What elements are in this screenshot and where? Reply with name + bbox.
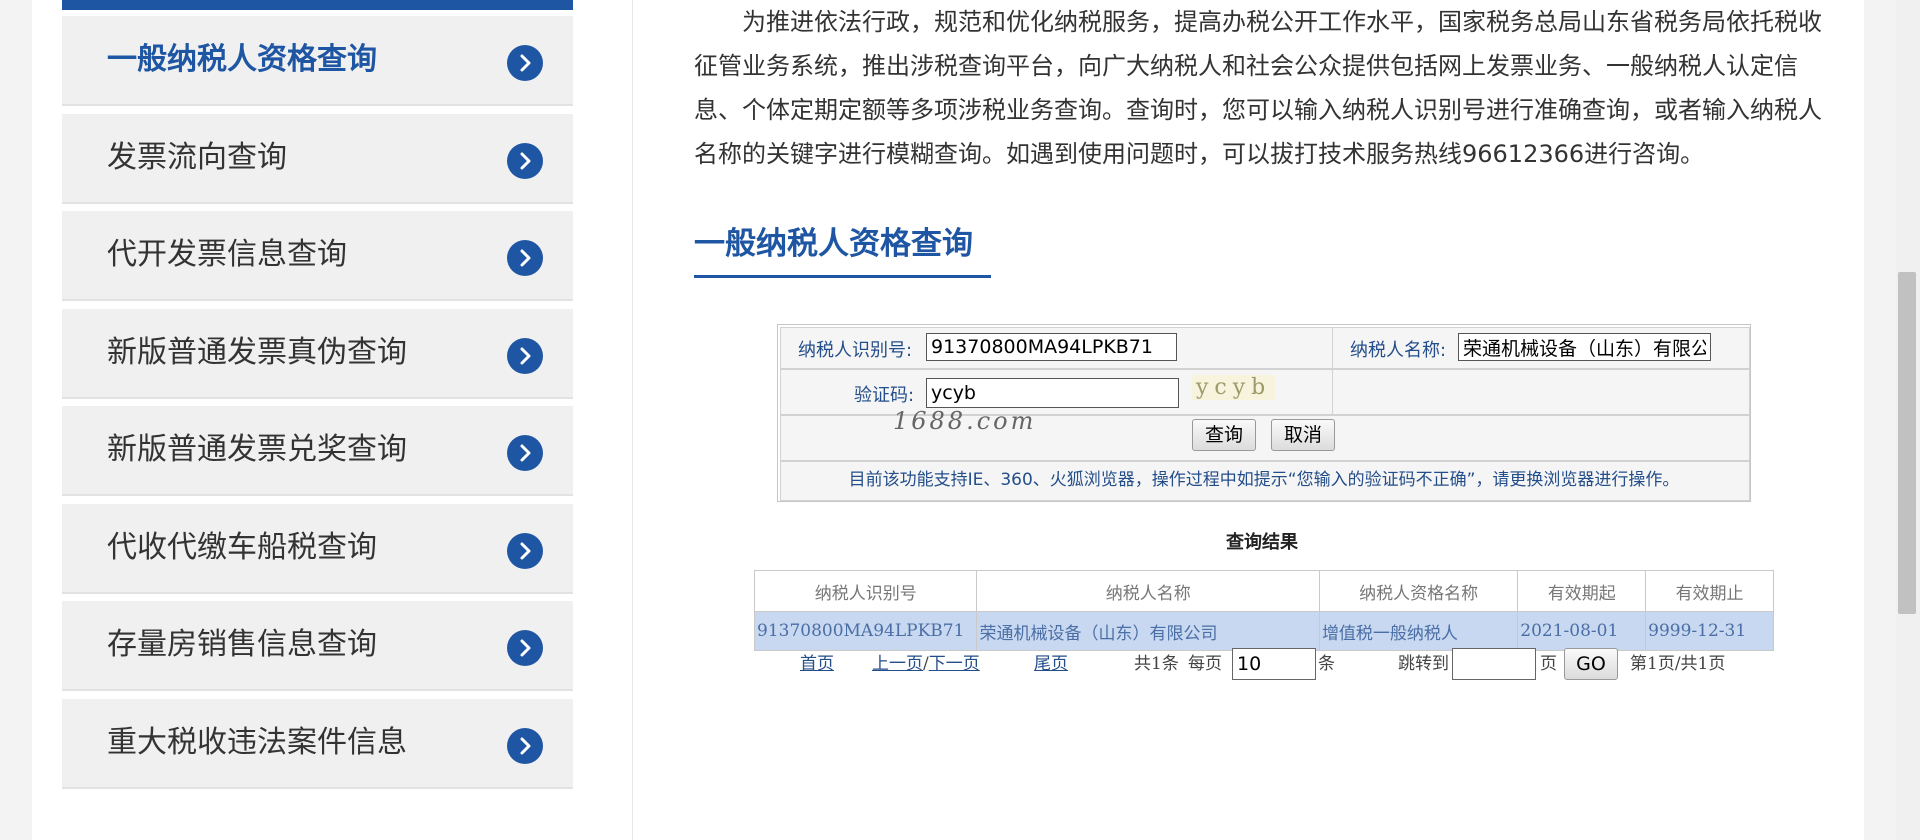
taxpayer-id-input[interactable] [926, 333, 1177, 361]
column-header: 有效期起 [1517, 570, 1647, 612]
table-cell: 增值税一般纳税人 [1318, 611, 1519, 651]
page-info: 第1页/共1页 [1630, 654, 1726, 674]
taxpayer-id-label: 纳税人识别号: [798, 340, 913, 361]
table-cell: 2021-08-01 [1517, 611, 1647, 651]
chevron-right-icon [507, 533, 543, 569]
sidebar-item-tax-violations[interactable]: 重大税收违法案件信息 [62, 699, 573, 789]
cancel-button[interactable]: 取消 [1271, 419, 1335, 451]
per-page-input[interactable] [1232, 648, 1316, 680]
sidebar-item-general-taxpayer[interactable]: 一般纳税人资格查询 [62, 16, 573, 106]
query-button[interactable]: 查询 [1192, 419, 1256, 451]
chevron-right-icon [507, 45, 543, 81]
taxpayer-name-input[interactable] [1458, 333, 1711, 361]
sidebar-item-label: 重大税收违法案件信息 [107, 725, 407, 760]
sidebar-item-vehicle-tax[interactable]: 代收代缴车船税查询 [62, 504, 573, 594]
section-title-underline [694, 275, 991, 278]
prev-next-links: 上一页/下一页 [872, 648, 980, 680]
scrollbar-thumb[interactable] [1898, 272, 1916, 614]
sidebar-item-label: 新版普通发票兑奖查询 [107, 432, 407, 467]
results-title: 查询结果 [1226, 532, 1298, 553]
empty-cell [1332, 369, 1750, 415]
sidebar-item-proxy-invoice[interactable]: 代开发票信息查询 [62, 211, 573, 301]
go-button[interactable]: GO [1564, 648, 1618, 680]
table-cell: 91370800MA94LPKB71 [753, 611, 978, 651]
table-cell: 荣通机械设备（山东）有限公司 [976, 611, 1320, 651]
captcha-input[interactable] [926, 378, 1179, 408]
sidebar-item-invoice-authenticity[interactable]: 新版普通发票真伪查询 [62, 309, 573, 399]
jump-page-input[interactable] [1452, 648, 1536, 680]
browser-notice: 目前该功能支持IE、360、火狐浏览器，操作过程中如提示“您输入的验证码不正确”… [848, 470, 1680, 490]
table-cell: 9999-12-31 [1645, 611, 1774, 651]
total-count: 共1条 [1134, 654, 1179, 674]
sidebar-item-invoice-lottery[interactable]: 新版普通发票兑奖查询 [62, 406, 573, 496]
intro-paragraph: 为推进依法行政，规范和优化纳税服务，提高办税公开工作水平，国家税务总局山东省税务… [694, 8, 1822, 168]
captcha-label: 验证码: [854, 385, 915, 406]
per-page-label: 每页 [1188, 654, 1222, 674]
sidebar-item-label: 代开发票信息查询 [107, 237, 347, 272]
last-page-link[interactable]: 尾页 [1034, 648, 1068, 680]
sidebar-item-label: 代收代缴车船税查询 [107, 530, 377, 565]
jump-label: 跳转到 [1398, 654, 1449, 674]
content-divider [632, 0, 633, 840]
prev-page-link[interactable]: 上一页 [872, 654, 923, 674]
first-page-link[interactable]: 首页 [800, 648, 834, 680]
sidebar-item-label: 发票流向查询 [107, 140, 287, 175]
chevron-right-icon [507, 728, 543, 764]
column-header: 纳税人识别号 [753, 570, 978, 612]
table-row[interactable]: 91370800MA94LPKB71 荣通机械设备（山东）有限公司 增值税一般纳… [753, 611, 1774, 651]
next-page-link[interactable]: 下一页 [929, 654, 980, 674]
captcha-image: ycyb [1192, 375, 1276, 400]
chevron-right-icon [507, 240, 543, 276]
chevron-right-icon [507, 338, 543, 374]
column-header: 纳税人名称 [976, 570, 1320, 612]
jump-unit: 页 [1540, 654, 1557, 674]
chevron-right-icon [507, 435, 543, 471]
per-page-unit: 条 [1318, 654, 1335, 674]
watermark-text: 1688.com [893, 407, 1037, 435]
sidebar-item-label: 存量房销售信息查询 [107, 627, 377, 662]
sidebar-item-label: 新版普通发票真伪查询 [107, 335, 407, 370]
column-header: 有效期止 [1645, 570, 1774, 612]
sidebar-item-invoice-flow[interactable]: 发票流向查询 [62, 114, 573, 204]
taxpayer-name-label: 纳税人名称: [1350, 340, 1447, 361]
chevron-right-icon [507, 143, 543, 179]
sidebar-item-label: 一般纳税人资格查询 [107, 42, 377, 77]
chevron-right-icon [507, 630, 543, 666]
section-title: 一般纳税人资格查询 [694, 226, 973, 262]
table-header-row: 纳税人识别号 纳税人名称 纳税人资格名称 有效期起 有效期止 [753, 570, 1774, 612]
column-header: 纳税人资格名称 [1318, 570, 1519, 612]
sidebar-top-border [62, 0, 573, 10]
query-form: 纳税人识别号: 纳税人名称: 验证码: ycyb 1688.com 查询 取消 … [777, 324, 1751, 502]
sidebar-item-housing-sales[interactable]: 存量房销售信息查询 [62, 601, 573, 691]
results-table: 纳税人识别号 纳税人名称 纳税人资格名称 有效期起 有效期止 91370800M… [753, 570, 1774, 651]
